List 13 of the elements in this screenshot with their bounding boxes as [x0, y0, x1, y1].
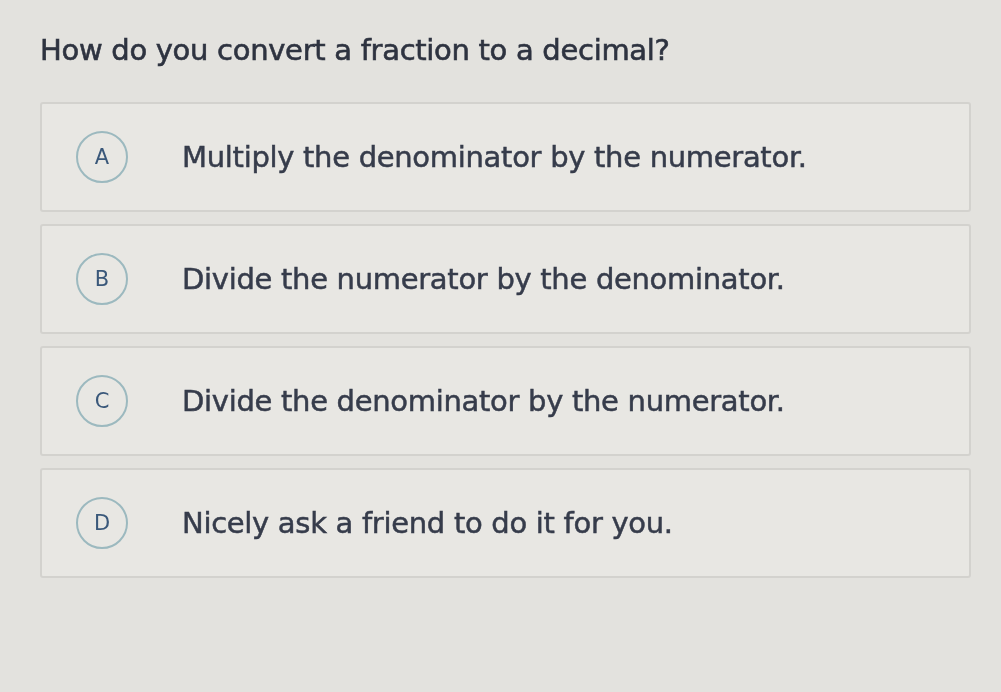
answer-option[interactable]: D Nicely ask a friend to do it for you.: [40, 468, 971, 578]
answer-option[interactable]: A Multiply the denominator by the numerator.: [40, 102, 971, 212]
option-letter: C: [76, 375, 128, 427]
option-text: Nicely ask a friend to do it for you.: [182, 506, 673, 540]
option-text: Multiply the denominator by the numerator.: [182, 140, 807, 174]
option-text: Divide the numerator by the denominator.: [182, 262, 785, 296]
option-text: Divide the denominator by the numerator.: [182, 384, 785, 418]
option-letter: A: [76, 131, 128, 183]
option-letter: D: [76, 497, 128, 549]
answer-option[interactable]: B Divide the numerator by the denominator.: [40, 224, 971, 334]
answer-option[interactable]: C Divide the denominator by the numerator.: [40, 346, 971, 456]
option-letter: B: [76, 253, 128, 305]
question-text: How do you convert a fraction to a decimal?: [40, 32, 671, 69]
